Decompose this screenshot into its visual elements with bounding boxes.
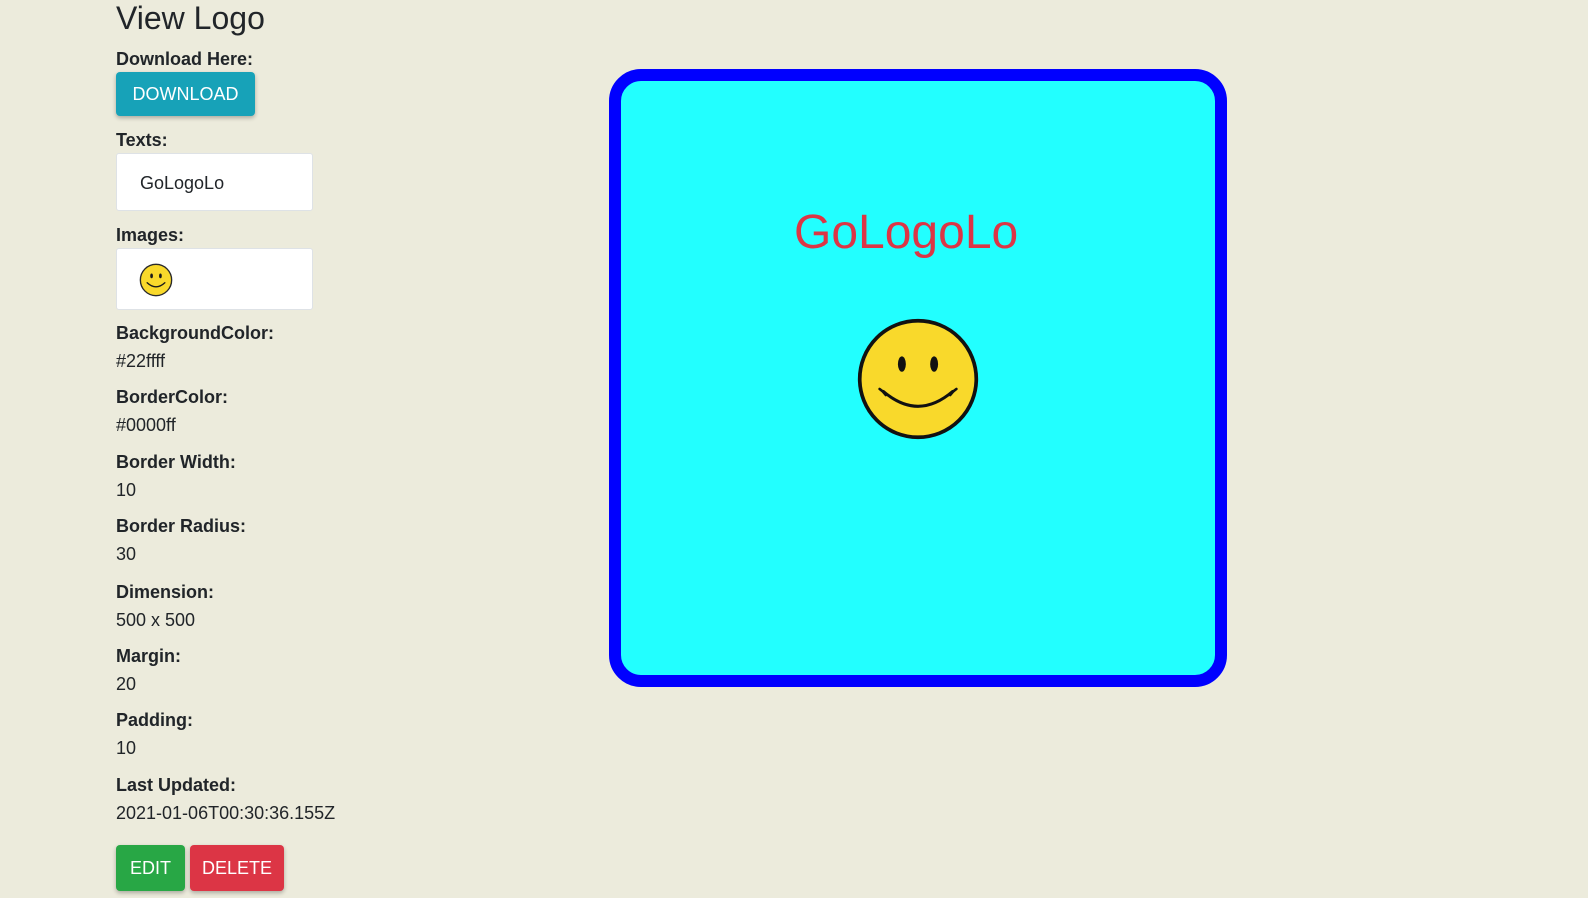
border-color-label: BorderColor: bbox=[116, 387, 228, 407]
logo-text: GoLogoLo bbox=[794, 206, 1019, 259]
border-width-value: 10 bbox=[116, 480, 137, 500]
edit-button[interactable]: EDIT bbox=[116, 845, 185, 891]
background-color-value: #22ffff bbox=[116, 351, 166, 371]
border-width-label: Border Width: bbox=[116, 452, 236, 472]
texts-label: Texts: bbox=[116, 130, 168, 150]
texts-list: GoLogoLo bbox=[116, 153, 313, 211]
background-color-label: BackgroundColor: bbox=[116, 323, 275, 343]
download-button[interactable]: DOWNLOAD bbox=[116, 72, 255, 116]
smiley-face-icon bbox=[139, 263, 173, 297]
images-label: Images: bbox=[116, 225, 185, 245]
smiley-face-icon bbox=[857, 318, 979, 440]
delete-button[interactable]: DELETE bbox=[190, 845, 284, 891]
dimension-value: 500 x 500 bbox=[116, 610, 196, 630]
padding-label: Padding: bbox=[116, 710, 193, 730]
margin-label: Margin: bbox=[116, 646, 181, 666]
border-radius-label: Border Radius: bbox=[116, 516, 247, 536]
last-updated-value: 2021-01-06T00:30:36.155Z bbox=[116, 803, 336, 823]
margin-value: 20 bbox=[116, 674, 137, 694]
padding-value: 10 bbox=[116, 738, 137, 758]
border-radius-value: 30 bbox=[116, 544, 137, 564]
text-item: GoLogoLo bbox=[140, 173, 225, 193]
images-list bbox=[116, 248, 313, 310]
download-label: Download Here: bbox=[116, 49, 254, 69]
dimension-label: Dimension: bbox=[116, 582, 215, 602]
page-title: View Logo bbox=[116, 0, 265, 36]
logo-preview: GoLogoLo bbox=[609, 69, 1227, 687]
border-color-value: #0000ff bbox=[116, 415, 176, 435]
last-updated-label: Last Updated: bbox=[116, 775, 237, 795]
